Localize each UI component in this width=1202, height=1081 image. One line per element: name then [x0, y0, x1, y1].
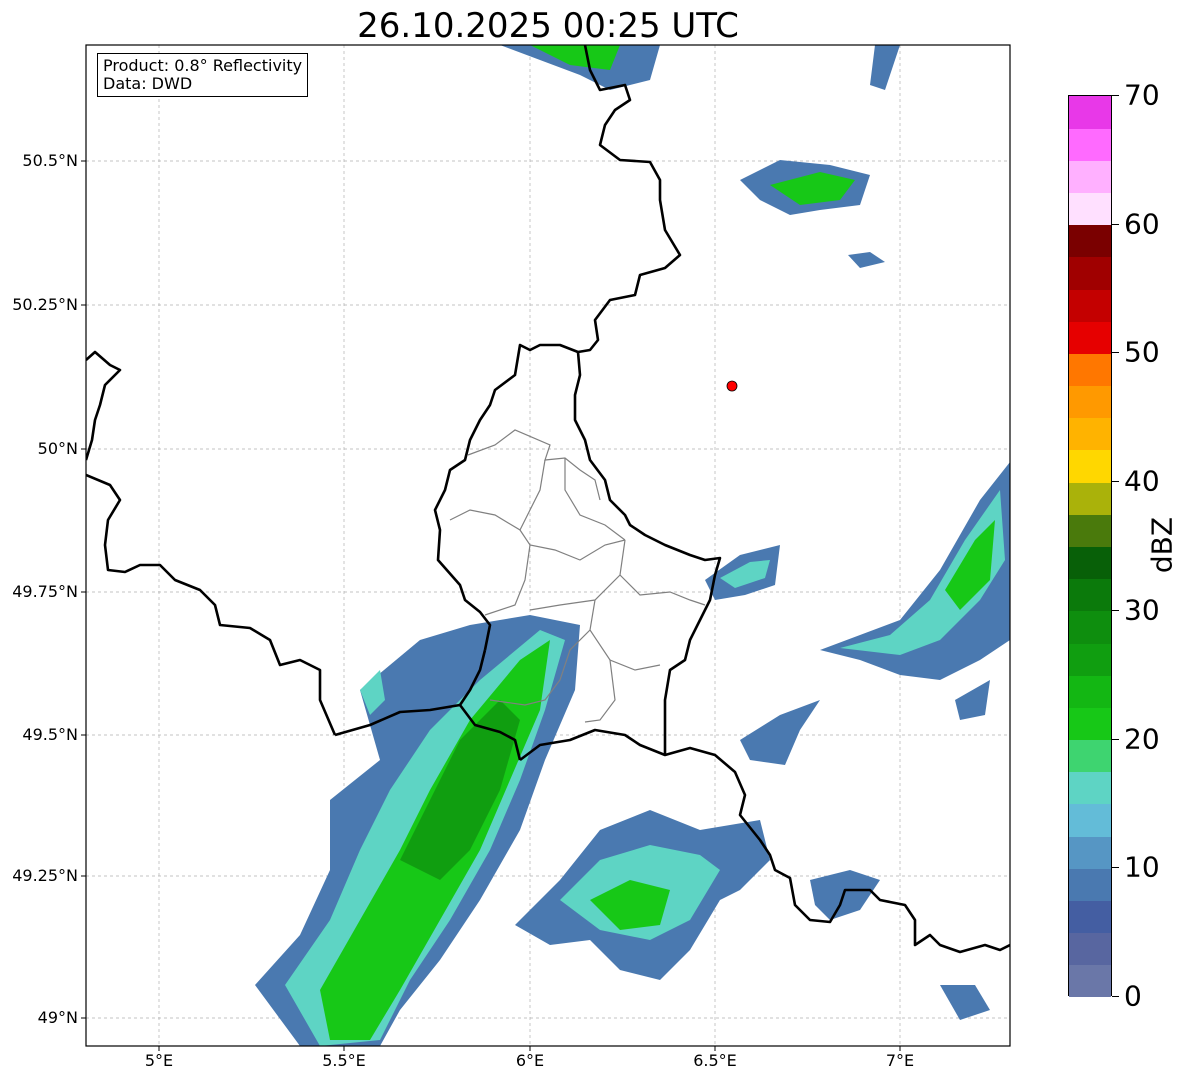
y-tick-label: 50.25°N [12, 295, 78, 314]
colorbar-segment [1069, 707, 1111, 741]
y-tick-label: 49.5°N [22, 725, 78, 744]
colorbar-tick-mark [1112, 996, 1119, 997]
colorbar-tick-label: 0 [1124, 979, 1142, 1013]
colorbar-tick-label: 60 [1124, 207, 1160, 241]
colorbar-tick-mark [1112, 95, 1119, 96]
x-tick-label: 6°E [515, 1051, 545, 1070]
radar-map [81, 44, 1011, 1051]
product-label: Product: 0.8° Reflectivity [103, 56, 303, 75]
colorbar-tick-mark [1112, 738, 1119, 740]
colorbar-segment [1069, 321, 1111, 354]
product-info-box: Product: 0.8° Reflectivity Data: DWD [97, 53, 309, 97]
colorbar-segment [1069, 675, 1111, 708]
colorbar-segment [1069, 803, 1111, 837]
colorbar-segment [1069, 289, 1111, 322]
colorbar-segment [1069, 610, 1111, 644]
colorbar-segment [1069, 160, 1111, 194]
x-tick-label: 5.5°E [322, 1051, 366, 1070]
colorbar-tick-label: 30 [1124, 593, 1160, 627]
colorbar-segment [1069, 128, 1111, 161]
colorbar-segment [1069, 192, 1111, 226]
colorbar-tick-mark [1112, 352, 1119, 354]
colorbar-segment [1069, 482, 1111, 515]
colorbar-tick-mark [1112, 867, 1119, 869]
radar-site-marker[interactable] [726, 380, 738, 392]
colorbar-segment [1069, 449, 1111, 483]
colorbar-tick-label: 10 [1124, 850, 1160, 884]
colorbar [1068, 95, 1112, 998]
colorbar-segment [1069, 964, 1111, 998]
colorbar-segment [1069, 900, 1111, 934]
x-tick-label: 6.5°E [693, 1051, 737, 1070]
y-tick-label: 50°N [37, 439, 78, 458]
colorbar-segment [1069, 256, 1111, 290]
y-tick-label: 49.75°N [12, 582, 78, 601]
colorbar-segment [1069, 353, 1111, 387]
y-tick-label: 50.5°N [22, 151, 78, 170]
colorbar-tick-mark [1112, 609, 1119, 611]
colorbar-segment [1069, 643, 1111, 676]
colorbar-tick-label: 70 [1124, 78, 1160, 112]
y-tick-label: 49.25°N [12, 866, 78, 885]
x-tick-label: 5°E [144, 1051, 174, 1070]
y-tick-label: 49°N [37, 1008, 78, 1027]
colorbar-unit-label: dBZ [1145, 516, 1179, 574]
colorbar-segment [1069, 578, 1111, 612]
colorbar-tick-label: 40 [1124, 464, 1160, 498]
colorbar-segment [1069, 417, 1111, 451]
colorbar-segment [1069, 836, 1111, 869]
colorbar-segment [1069, 932, 1111, 966]
colorbar-segment [1069, 868, 1111, 901]
colorbar-segment [1069, 385, 1111, 419]
colorbar-tick-label: 20 [1124, 722, 1160, 756]
colorbar-tick-mark [1112, 481, 1119, 483]
colorbar-segment [1069, 771, 1111, 805]
colorbar-tick-label: 50 [1124, 335, 1160, 369]
colorbar-tick-mark [1112, 223, 1119, 225]
colorbar-segment [1069, 514, 1111, 547]
colorbar-segment [1069, 546, 1111, 580]
colorbar-segment [1069, 96, 1111, 129]
colorbar-segment [1069, 224, 1111, 258]
colorbar-segment [1069, 739, 1111, 773]
data-source-label: Data: DWD [103, 74, 193, 93]
x-tick-label: 7°E [885, 1051, 915, 1070]
